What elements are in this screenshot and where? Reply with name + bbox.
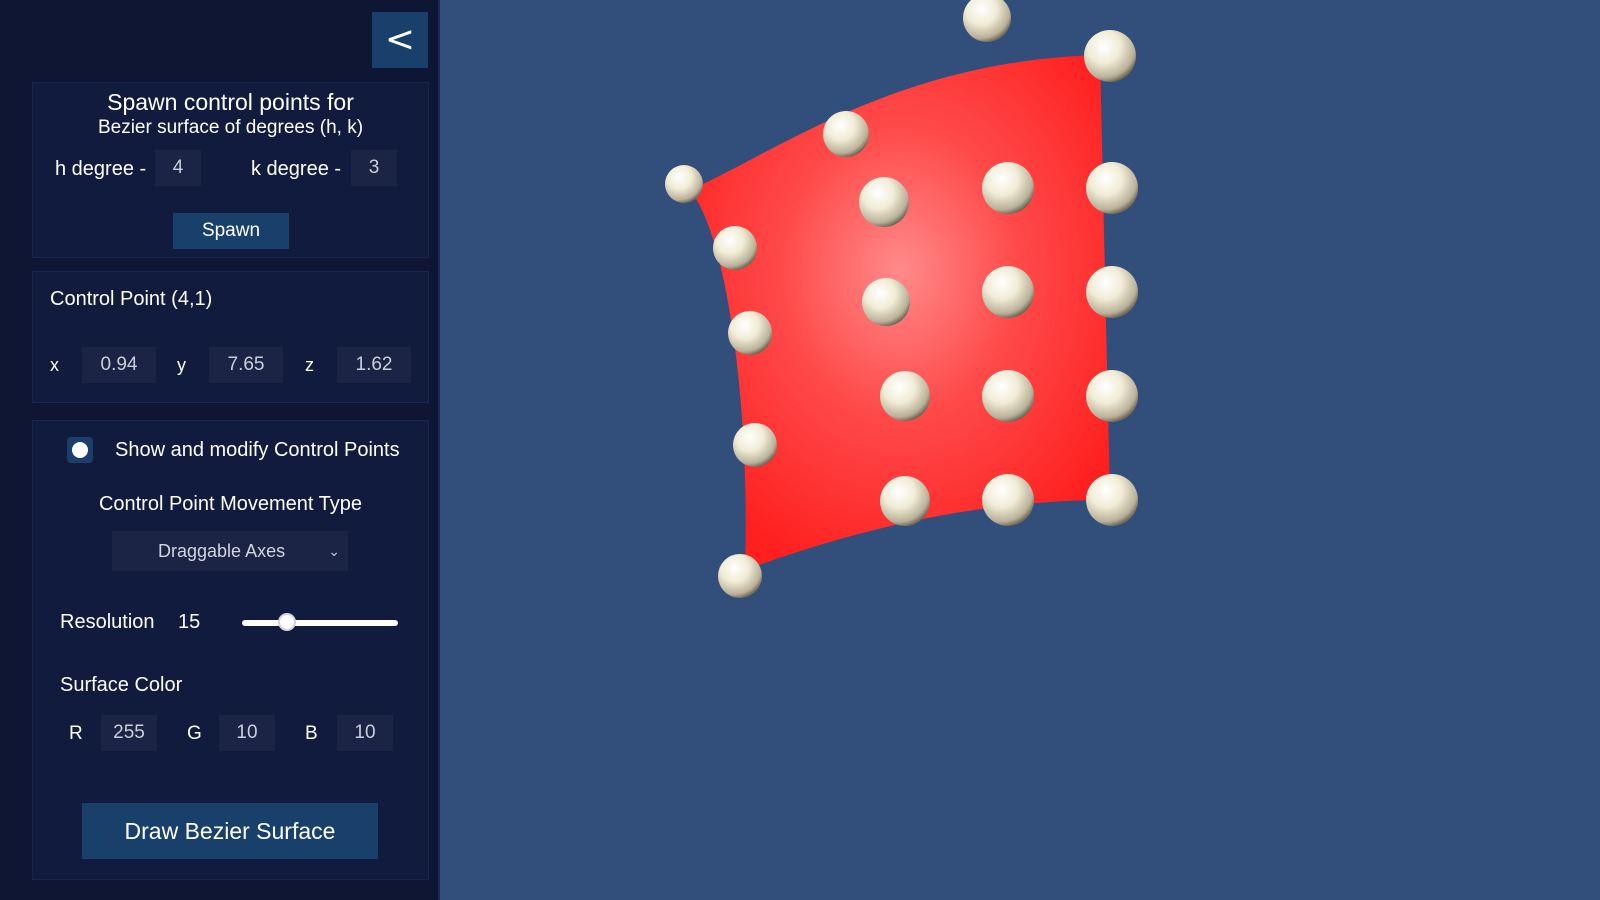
r-input[interactable]: 255 [101,715,157,751]
control-point-sphere[interactable] [859,177,909,227]
control-point-section: Control Point (4,1) x 0.94 y 7.65 z 1.62 [32,271,429,403]
chevron-down-icon: ⌄ [328,543,340,559]
k-degree-label: k degree - [251,158,342,180]
resolution-label: Resolution [60,611,155,633]
spawn-subtitle: Bezier surface of degrees (h, k) [97,117,364,138]
control-point-sphere[interactable] [963,0,1011,42]
control-point-title: Control Point (4,1) [50,288,213,310]
resolution-slider-track[interactable] [242,620,398,626]
h-degree-label: h degree - [55,158,147,180]
side-panel: < Spawn control points for Bezier surfac… [0,0,440,900]
g-input[interactable]: 10 [219,715,275,751]
control-point-sphere[interactable] [823,111,869,157]
control-point-sphere[interactable] [713,226,757,270]
bezier-surface-scene[interactable] [440,0,1600,900]
control-point-sphere[interactable] [1086,370,1138,422]
3d-viewport[interactable] [440,0,1600,900]
z-input[interactable]: 1.62 [337,347,411,383]
control-point-sphere[interactable] [1086,162,1138,214]
spawn-button[interactable]: Spawn [173,213,289,249]
g-label: G [187,723,202,744]
resolution-value: 15 [178,611,201,633]
draw-bezier-surface-button[interactable]: Draw Bezier Surface [82,803,378,859]
resolution-slider-thumb[interactable] [278,613,296,631]
movement-type-dropdown[interactable]: Draggable Axes ⌄ [112,531,348,571]
h-degree-input[interactable]: 4 [155,150,201,186]
control-point-sphere[interactable] [728,311,772,355]
y-label: y [177,355,186,375]
control-point-sphere[interactable] [982,474,1034,526]
movement-type-value: Draggable Axes [158,541,286,561]
control-point-sphere[interactable] [733,423,777,467]
z-label: z [305,355,314,375]
movement-type-title: Control Point Movement Type [98,493,363,515]
show-control-points-label: Show and modify Control Points [115,439,400,461]
control-point-sphere[interactable] [880,371,930,421]
r-label: R [69,723,83,744]
k-degree-input[interactable]: 3 [351,150,397,186]
control-point-sphere[interactable] [982,266,1034,318]
b-label: B [305,723,318,744]
b-input[interactable]: 10 [337,715,393,751]
control-point-sphere[interactable] [1086,266,1138,318]
control-point-sphere[interactable] [862,278,910,326]
show-control-points-toggle[interactable] [67,437,93,463]
control-point-sphere[interactable] [718,554,762,598]
x-input[interactable]: 0.94 [82,347,156,383]
x-label: x [50,355,59,375]
spawn-title: Spawn control points for [107,89,354,115]
options-section: Show and modify Control Points Control P… [32,420,429,880]
control-point-sphere[interactable] [982,162,1034,214]
control-point-sphere[interactable] [880,476,930,526]
control-point-sphere[interactable] [1084,30,1136,82]
spawn-section: Spawn control points for Bezier surface … [32,82,429,258]
surface-color-title: Surface Color [60,674,183,696]
control-point-sphere[interactable] [665,165,703,203]
collapse-panel-button[interactable]: < [372,12,428,68]
control-point-sphere[interactable] [1086,474,1138,526]
y-input[interactable]: 7.65 [209,347,283,383]
control-point-sphere[interactable] [982,370,1034,422]
